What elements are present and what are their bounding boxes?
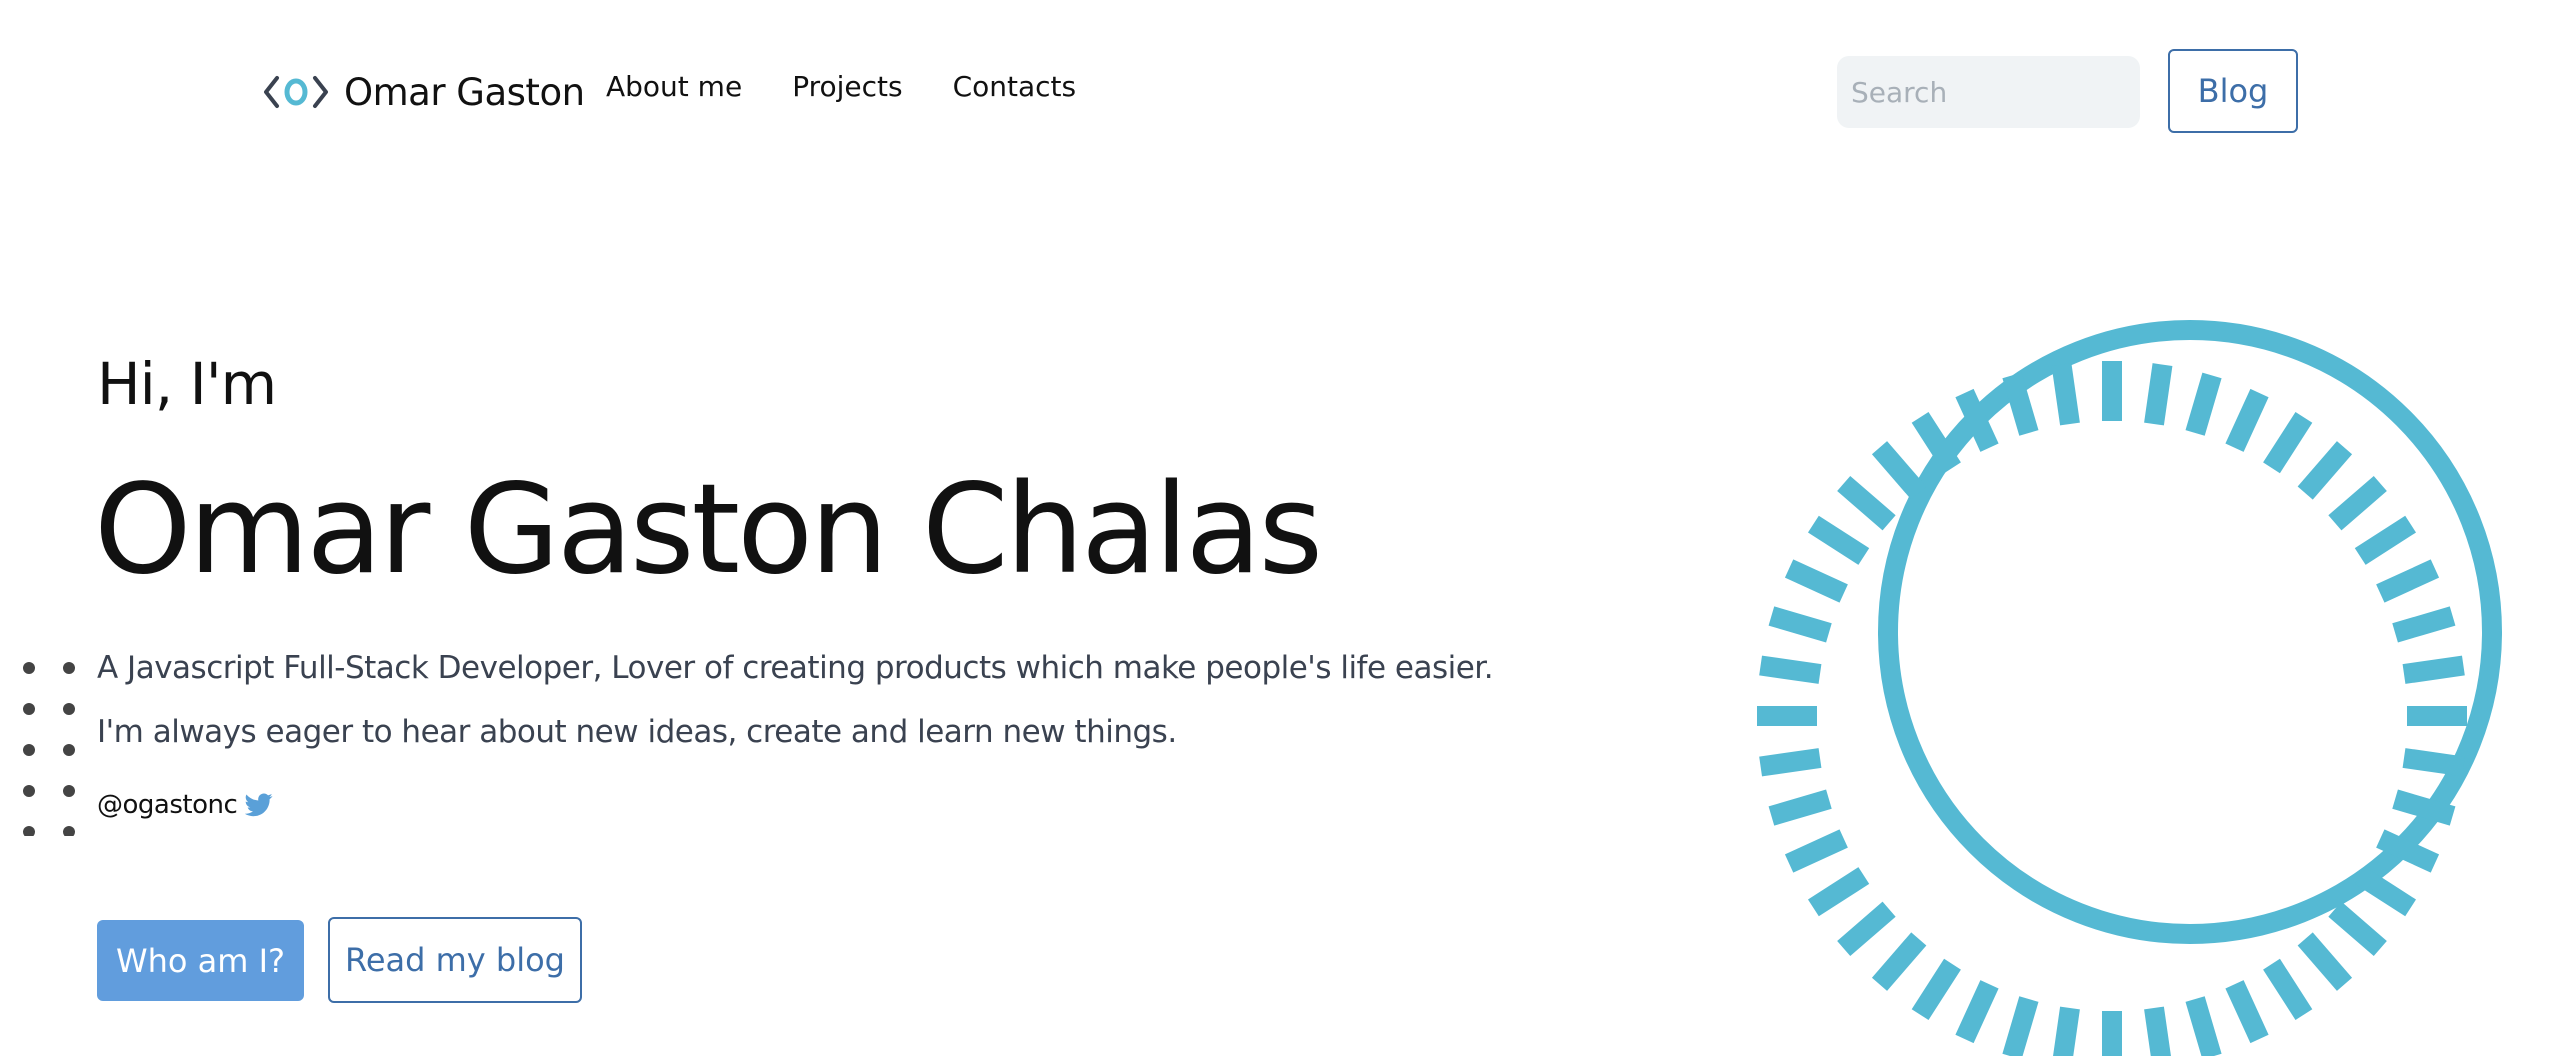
dashed-ring (1757, 361, 2467, 1056)
ring-dash (1784, 559, 1848, 603)
tagline-line-2: I'm always eager to hear about new ideas… (97, 714, 1177, 750)
brand[interactable]: Omar Gaston (263, 64, 585, 120)
ring-dash (1768, 789, 1832, 826)
ring-dash (2185, 996, 2222, 1056)
ring-dash (1955, 980, 1999, 1044)
ring-dash (1911, 958, 1961, 1021)
ring-dash (2225, 388, 2269, 452)
ring-dash (2144, 363, 2173, 426)
ring-dash (1759, 748, 1822, 777)
nav-link-contacts[interactable]: Contacts (953, 70, 1077, 103)
hero-name: Omar Gaston Chalas (94, 458, 1323, 602)
ring-dash (1871, 932, 1927, 991)
ring-dash (2376, 559, 2440, 603)
code-brackets-icon (264, 76, 328, 108)
ring-dash (2225, 980, 2269, 1044)
twitter-handle[interactable]: @ogastonc (97, 790, 238, 820)
greeting: Hi, I'm (97, 350, 277, 418)
ring-dash (2402, 748, 2465, 777)
who-am-i-button[interactable]: Who am I? (97, 920, 304, 1001)
ring-dash (1784, 829, 1848, 873)
nav-link-about-me[interactable]: About me (606, 70, 742, 103)
ring-dash (1759, 655, 1822, 684)
ring-dash (2144, 1006, 2171, 1056)
twitter-icon[interactable] (245, 793, 273, 817)
blog-button[interactable]: Blog (2168, 49, 2298, 133)
ring-dash (2051, 363, 2080, 426)
ring-dash (2263, 958, 2313, 1021)
nav-link-projects[interactable]: Projects (792, 70, 902, 103)
ring-dash (1837, 901, 1896, 957)
ring-dash (2002, 996, 2039, 1056)
ring-dash (1807, 515, 1870, 565)
dot-grid-decoration (23, 662, 75, 836)
search-input[interactable] (1837, 56, 2140, 128)
ring-dash (1871, 441, 1927, 500)
ring-dash (2185, 372, 2222, 436)
nav-links: About me Projects Contacts (606, 70, 1126, 103)
read-my-blog-button[interactable]: Read my blog (328, 917, 582, 1003)
ring-dash (1837, 475, 1896, 531)
ring-dash (2354, 867, 2417, 917)
ring-dash (2263, 411, 2313, 474)
ring-dash (2392, 606, 2456, 643)
ring-dash (2328, 901, 2387, 957)
ring-dash (1911, 411, 1961, 474)
tagline-line-1: A Javascript Full-Stack Developer, Lover… (97, 650, 1494, 686)
ring-dash (2053, 1006, 2080, 1056)
circles-illustration (1757, 320, 2502, 1056)
top-navigation: Omar Gaston About me Projects Contacts B… (0, 0, 2560, 185)
ring-dash (1807, 867, 1870, 917)
brand-name: Omar Gaston (344, 70, 585, 114)
ring-dash (2297, 441, 2353, 500)
ring-dash (2328, 475, 2387, 531)
ring-dash (1768, 606, 1832, 643)
ring-dash (2354, 515, 2417, 565)
ring-dash (2297, 932, 2353, 991)
ring-dash (2402, 655, 2465, 684)
social-handle[interactable]: @ogastonc (97, 790, 273, 820)
